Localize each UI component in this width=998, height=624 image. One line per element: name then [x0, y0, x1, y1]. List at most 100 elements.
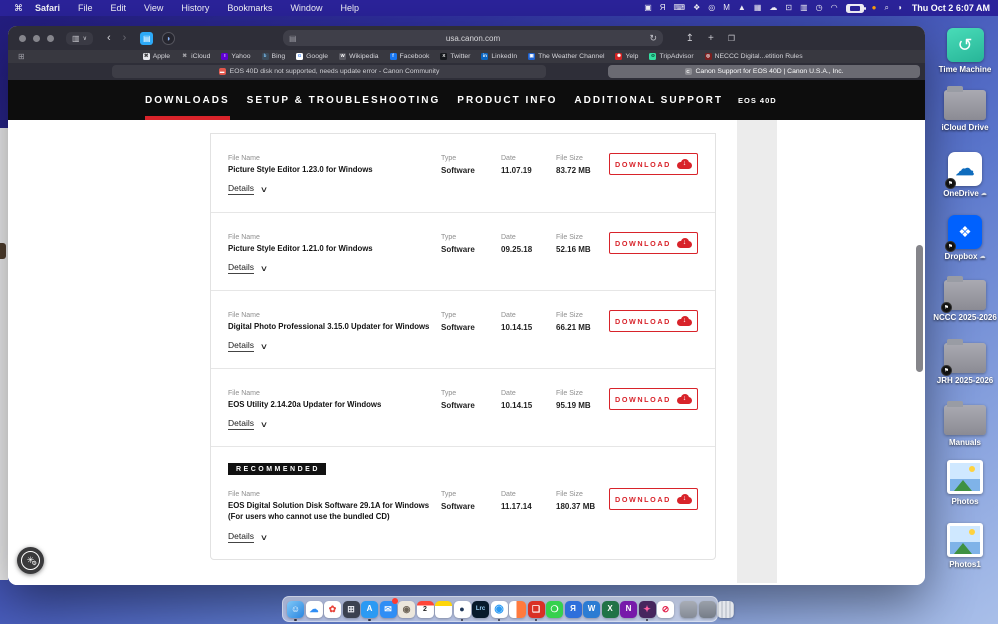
desktop-icon-time-machine[interactable]: ↺ Time Machine: [933, 28, 997, 74]
menu-item[interactable]: Safari: [35, 3, 60, 13]
menu-item[interactable]: History: [181, 3, 209, 13]
dock-app[interactable]: ❍: [546, 599, 563, 619]
bookmark-item[interactable]: in LinkedIn: [481, 53, 517, 60]
dock-app[interactable]: Я: [565, 599, 582, 619]
status-icon[interactable]: ⌨: [674, 4, 686, 12]
menu-item[interactable]: Edit: [111, 3, 127, 13]
status-icon[interactable]: ❖: [693, 4, 700, 12]
desktop-icon-jrh-folder[interactable]: ⚑ JRH 2025-2026: [933, 343, 997, 385]
bookmark-item[interactable]: ▣ The Weather Channel: [528, 53, 604, 60]
desktop-icon-onedrive[interactable]: ☁ ⚑ OneDrive☁: [933, 152, 997, 198]
status-icon[interactable]: ▥: [800, 4, 808, 12]
dock-app[interactable]: ❏: [528, 599, 545, 619]
battery-icon[interactable]: [846, 4, 864, 13]
status-icon[interactable]: ◑: [897, 4, 902, 12]
desktop-icon-photos1[interactable]: Photos1: [933, 523, 997, 569]
dock-app[interactable]: 2: [417, 599, 434, 619]
desktop-icon-dropbox[interactable]: ❖ ⚑ Dropbox☁: [933, 215, 997, 261]
share-button[interactable]: ↥: [686, 33, 694, 44]
download-button[interactable]: DOWNLOAD ↓: [609, 310, 698, 332]
status-icon[interactable]: ▲: [738, 4, 746, 12]
download-button[interactable]: DOWNLOAD ↓: [609, 488, 698, 510]
site-nav-link[interactable]: SETUP & TROUBLESHOOTING: [247, 80, 441, 120]
details-toggle[interactable]: Details ∨: [228, 531, 267, 543]
status-icon[interactable]: ◷: [816, 4, 823, 12]
dock-app[interactable]: ☺: [287, 599, 304, 619]
dock-item[interactable]: [699, 599, 716, 619]
dock-app[interactable]: W: [583, 599, 600, 619]
site-nav-link[interactable]: PRODUCT INFO: [457, 80, 557, 120]
scrollbar-thumb[interactable]: [916, 245, 923, 372]
tab-canon-support[interactable]: C Canon Support for EOS 40D | Canon U.S.…: [608, 65, 920, 78]
dock-app[interactable]: [435, 599, 452, 619]
new-tab-button[interactable]: +: [708, 33, 714, 44]
dock-app[interactable]: ◉: [491, 599, 508, 619]
download-button[interactable]: DOWNLOAD ↓: [609, 153, 698, 175]
menu-item[interactable]: File: [78, 3, 93, 13]
forward-button[interactable]: ›: [123, 32, 127, 44]
details-toggle[interactable]: Details ∨: [228, 418, 267, 430]
reload-icon[interactable]: ↻: [649, 33, 657, 44]
url-text[interactable]: usa.canon.com: [297, 34, 650, 43]
bookmark-item[interactable]: ◎ NECCC Digital...etition Rules: [705, 53, 803, 60]
dock-item[interactable]: [717, 599, 734, 619]
bookmark-item[interactable]: ʘ TripAdvisor: [649, 53, 693, 60]
bookmark-item[interactable]: X Twitter: [440, 53, 470, 60]
menu-item[interactable]: Bookmarks: [227, 3, 272, 13]
dock-app[interactable]: ✦: [639, 599, 656, 619]
dock-app[interactable]: X: [602, 599, 619, 619]
dock-item[interactable]: [680, 599, 697, 619]
details-toggle[interactable]: Details ∨: [228, 262, 267, 274]
dock-app[interactable]: [509, 599, 526, 619]
zoom-window-button[interactable]: [47, 35, 54, 42]
details-toggle[interactable]: Details ∨: [228, 340, 267, 352]
back-button[interactable]: ‹: [107, 32, 111, 44]
site-nav-link[interactable]: DOWNLOADS: [145, 80, 230, 120]
sidebar-toggle[interactable]: ▥ ∨: [66, 32, 93, 45]
dock-app[interactable]: N: [620, 599, 637, 619]
menu-clock[interactable]: Thu Oct 2 6:07 AM: [912, 3, 990, 13]
address-bar[interactable]: ▤ usa.canon.com ↻: [283, 30, 663, 46]
dock-app[interactable]: ✿: [324, 599, 341, 619]
apple-menu-icon[interactable]: ⌘: [14, 3, 23, 14]
desktop-icon-icloud-drive[interactable]: iCloud Drive: [933, 90, 997, 132]
dock-app[interactable]: Lrc: [472, 599, 489, 619]
status-icon[interactable]: ▣: [644, 4, 652, 12]
close-window-button[interactable]: [19, 35, 26, 42]
status-icon[interactable]: ⊡: [785, 4, 792, 12]
bookmark-item[interactable]: b Bing: [262, 53, 286, 60]
status-icon[interactable]: ◠: [831, 4, 838, 12]
status-icon[interactable]: ◎: [708, 4, 715, 12]
dock-app[interactable]: ●: [454, 599, 471, 619]
status-icon[interactable]: Я: [660, 4, 666, 12]
bookmark-item[interactable]: ⌘ Apple: [143, 53, 170, 60]
dock-app[interactable]: ⊞: [343, 599, 360, 619]
dock-app[interactable]: ◉: [398, 599, 415, 619]
bookmark-item[interactable]: ⌘ iCloud: [181, 53, 210, 60]
status-icon[interactable]: M: [723, 4, 730, 12]
tab-canon-community[interactable]: ▬ EOS 40D disk not supported, needs upda…: [112, 65, 546, 78]
bookmark-item[interactable]: f Facebook: [390, 53, 430, 60]
download-button[interactable]: DOWNLOAD ↓: [609, 232, 698, 254]
status-icon[interactable]: ☁: [769, 4, 777, 12]
status-icon[interactable]: ▦: [754, 4, 762, 12]
desktop-icon-manuals-folder[interactable]: Manuals: [933, 405, 997, 447]
bookmark-item[interactable]: G Google: [296, 53, 328, 60]
menu-item[interactable]: Window: [290, 3, 322, 13]
bookmarks-grid-icon[interactable]: ⊞: [18, 52, 25, 61]
dock-app[interactable]: ✉: [380, 599, 397, 619]
status-icon[interactable]: ●: [872, 4, 877, 12]
desktop-icon-photos[interactable]: Photos: [933, 460, 997, 506]
download-button[interactable]: DOWNLOAD ↓: [609, 388, 698, 410]
privacy-report-icon[interactable]: ▤: [289, 34, 297, 43]
status-icon[interactable]: ⌕: [884, 4, 888, 12]
bookmark-item[interactable]: ! Yahoo: [221, 53, 250, 60]
minimize-window-button[interactable]: [33, 35, 40, 42]
details-toggle[interactable]: Details ∨: [228, 183, 267, 195]
content-blocker-icon[interactable]: ◗: [162, 32, 175, 45]
bookmark-item[interactable]: ✺ Yelp: [615, 53, 638, 60]
dock-app[interactable]: ⊘: [657, 599, 674, 619]
desktop-icon-nccc-folder[interactable]: ⚑ NCCC 2025-2026: [933, 280, 997, 322]
menu-item[interactable]: View: [144, 3, 163, 13]
menu-item[interactable]: Help: [340, 3, 359, 13]
